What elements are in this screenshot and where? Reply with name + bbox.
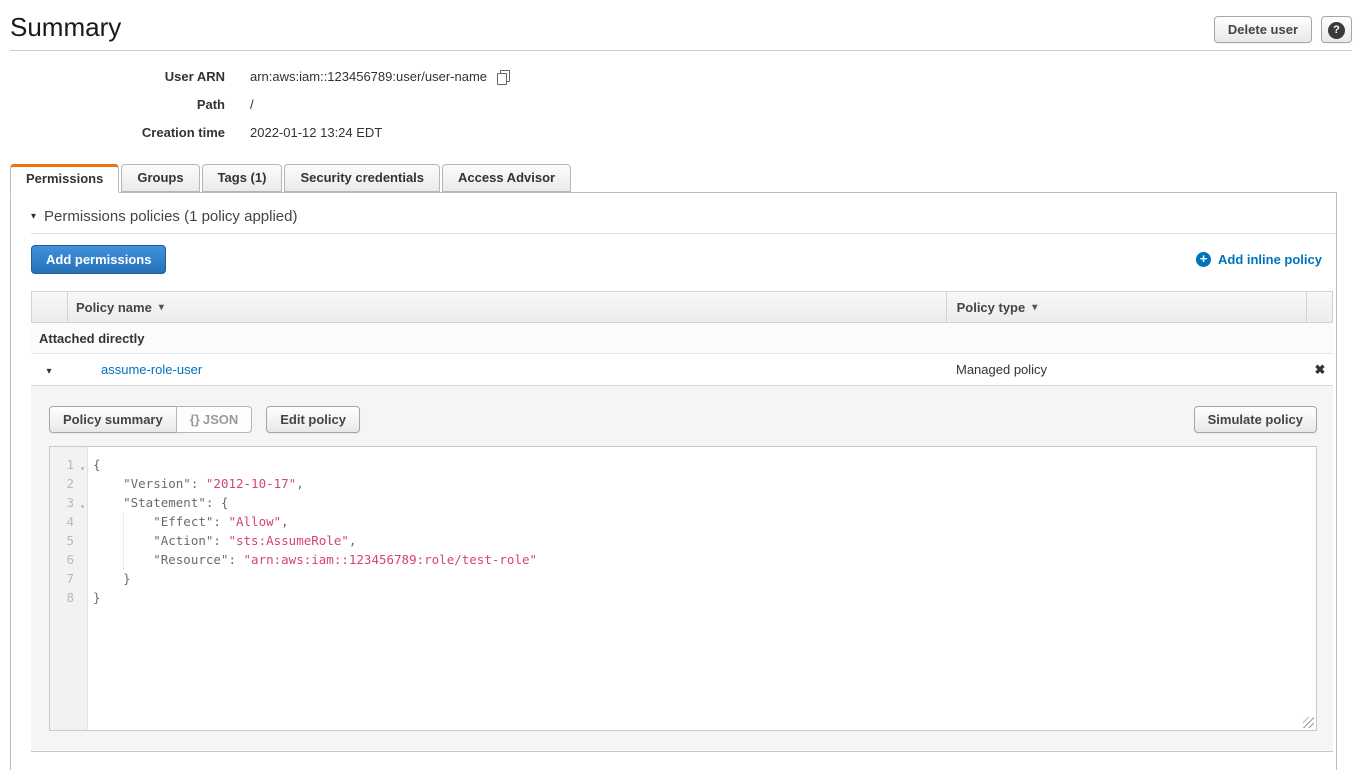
policy-type-cell: Managed policy [946,362,1307,377]
policy-detail-buttons: Policy summary {}JSON Edit policy Simula… [49,406,1317,433]
code-line: "Resource": "arn:aws:iam::123456789:role… [93,550,1316,569]
line-number: 6 [66,552,74,567]
policy-action-cell: ✖ [1307,362,1333,378]
header-divider [10,50,1352,51]
gutter-line: 4 [50,512,87,531]
permissions-tab-panel: ▾ Permissions policies (1 policy applied… [10,192,1337,770]
code-line: { [93,455,1316,474]
policy-summary-button[interactable]: Policy summary [49,406,177,433]
json-button-label: JSON [203,412,238,427]
user-arn-value: arn:aws:iam::123456789:user/user-name [250,63,510,91]
page-header: Summary Delete user ? [0,0,1362,44]
creation-time-label: Creation time [0,119,250,147]
add-inline-policy-link[interactable]: + Add inline policy [1196,252,1322,267]
gutter-line: 7 [50,569,87,588]
tab-tags[interactable]: Tags (1) [202,164,283,192]
help-button[interactable]: ? [1321,16,1352,43]
tab-security-credentials[interactable]: Security credentials [284,164,440,192]
line-number: 4 [66,514,74,529]
plus-circle-icon: + [1196,252,1211,267]
expander-column-header [32,292,68,322]
collapse-caret-icon: ▾ [31,211,36,222]
tab-access-advisor[interactable]: Access Advisor [442,164,571,192]
indent-guide-line [123,512,124,569]
editor-code-area[interactable]: { "Version": "2012-10-17", "Statement": … [88,447,1316,730]
header-actions: Delete user ? [1214,16,1352,43]
page-title: Summary [10,10,121,44]
gutter-line: 3▾ [50,493,87,512]
user-arn-row: User ARN arn:aws:iam::123456789:user/use… [0,63,1362,91]
code-line: "Effect": "Allow", [93,512,1316,531]
policy-type-column-header[interactable]: Policy type ▾ [946,292,1306,322]
delete-user-button[interactable]: Delete user [1214,16,1312,43]
json-view-button[interactable]: {}JSON [176,406,253,433]
section-divider [31,233,1336,234]
tab-permissions[interactable]: Permissions [10,164,119,193]
line-number: 1 [66,457,74,472]
json-braces-icon: {} [190,412,200,427]
line-number: 2 [66,476,74,491]
policy-detail-expanded-section: Policy summary {}JSON Edit policy Simula… [31,385,1333,752]
gutter-line: 5 [50,531,87,550]
permissions-policies-section-header[interactable]: ▾ Permissions policies (1 policy applied… [31,208,1336,225]
user-details: User ARN arn:aws:iam::123456789:user/use… [0,63,1362,147]
gutter-line: 6 [50,550,87,569]
editor-resize-handle[interactable] [1303,717,1314,728]
code-line: "Version": "2012-10-17", [93,474,1316,493]
question-mark-icon: ? [1328,22,1345,39]
row-expander-caret[interactable]: ▾ [31,362,67,377]
line-number: 3 [66,495,74,510]
path-value: / [250,91,254,119]
code-line: "Statement": { [93,493,1316,512]
policy-name-link[interactable]: assume-role-user [101,362,202,377]
line-number: 5 [66,533,74,548]
sort-caret-icon: ▾ [159,302,164,313]
code-line: } [93,588,1316,607]
code-line: } [93,569,1316,588]
gutter-line: 8 [50,588,87,607]
remove-policy-x-icon[interactable]: ✖ [1315,362,1326,377]
add-permissions-button[interactable]: Add permissions [31,245,166,274]
copy-icon[interactable] [496,70,510,84]
path-label: Path [0,91,250,119]
gutter-line: 2 [50,474,87,493]
sort-caret-icon: ▾ [1032,302,1037,313]
policy-actions-row: Add permissions + Add inline policy [31,245,1322,274]
policy-table: Policy name ▾ Policy type ▾ Attached dir… [31,291,1333,752]
table-row: ▾ assume-role-user Managed policy ✖ [31,354,1333,385]
permissions-policies-heading: Permissions policies (1 policy applied) [44,208,297,225]
policy-name-cell: assume-role-user [67,362,946,377]
path-row: Path / [0,91,1362,119]
json-policy-editor: 1▾ 2 3▾ 4 5 6 7 8 { "Version": "2012-10-… [49,446,1317,731]
user-arn-text: arn:aws:iam::123456789:user/user-name [250,63,487,91]
tab-groups[interactable]: Groups [121,164,199,192]
code-line: "Action": "sts:AssumeRole", [93,531,1316,550]
attached-directly-group-row: Attached directly [31,323,1333,354]
user-arn-label: User ARN [0,63,250,91]
editor-line-number-gutter: 1▾ 2 3▾ 4 5 6 7 8 [50,447,88,730]
policy-type-header-label: Policy type [957,300,1026,315]
chevron-down-icon: ▾ [46,366,51,377]
edit-policy-button[interactable]: Edit policy [266,406,360,433]
line-number: 8 [66,590,74,605]
policy-name-column-header[interactable]: Policy name ▾ [68,292,946,322]
policy-table-header: Policy name ▾ Policy type ▾ [31,291,1333,323]
creation-time-value: 2022-01-12 13:24 EDT [250,119,382,147]
line-number: 7 [66,571,74,586]
tabs-bar: Permissions Groups Tags (1) Security cre… [10,164,1337,192]
add-inline-policy-label: Add inline policy [1218,252,1322,267]
simulate-policy-button[interactable]: Simulate policy [1194,406,1317,433]
action-column-header [1306,292,1332,322]
creation-time-row: Creation time 2022-01-12 13:24 EDT [0,119,1362,147]
gutter-line: 1▾ [50,455,87,474]
policy-name-header-label: Policy name [76,300,152,315]
